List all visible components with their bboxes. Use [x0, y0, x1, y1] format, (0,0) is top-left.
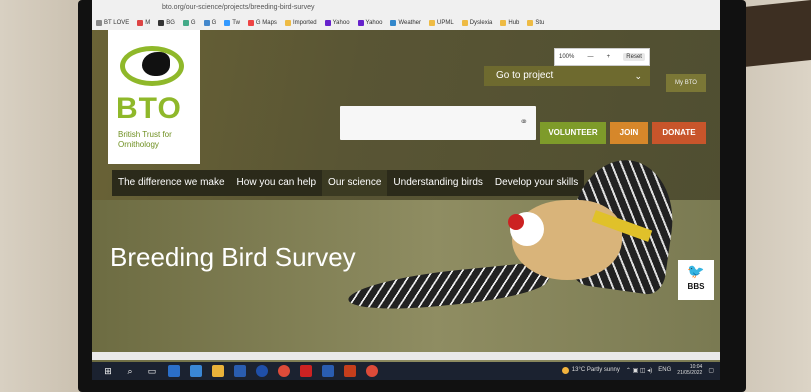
powerpoint-icon[interactable] — [344, 365, 356, 377]
go-to-project-label: Go to project — [496, 70, 554, 81]
weather-text: 13°C Partly sunny — [571, 367, 620, 373]
logo-bird-icon — [142, 52, 170, 76]
logo-text: BTO — [116, 92, 182, 125]
nav-item-science[interactable]: Our science — [322, 170, 388, 196]
bookmark-item[interactable]: Stu — [527, 16, 544, 30]
zoom-popup: 100% — + Reset — [554, 48, 650, 66]
bookmark-item[interactable]: M — [137, 16, 150, 30]
system-tray: 13°C Partly sunny ⌃ ▣ ◫ ◂) ENG 10:04 21/0… — [561, 364, 714, 376]
go-to-project-dropdown[interactable]: Go to project ⌄ — [484, 66, 650, 86]
donate-button[interactable]: DONATE — [652, 122, 706, 144]
app-icon[interactable] — [234, 365, 246, 377]
bookmark-item[interactable]: Hub — [500, 16, 519, 30]
zoom-out-button[interactable]: — — [588, 54, 594, 60]
bbs-label: BBS — [687, 282, 705, 291]
content-bottom-strip — [92, 352, 720, 360]
chevron-down-icon: ⌄ — [634, 71, 642, 81]
bookmark-item[interactable]: Yahoo — [357, 16, 382, 30]
task-view-icon[interactable]: ▭ — [146, 365, 158, 377]
bird-icon: 🐦 — [687, 263, 705, 279]
logo-subtitle: British Trust for Ornithology — [118, 130, 172, 149]
bto-logo[interactable]: BTO British Trust for Ornithology — [108, 30, 200, 164]
zoom-reset-button[interactable]: Reset — [623, 53, 645, 61]
app-icon[interactable] — [256, 365, 268, 377]
weather-widget[interactable]: 13°C Partly sunny — [561, 366, 620, 374]
bookmark-item[interactable]: Dyslexia — [461, 16, 492, 30]
hero-title: Breeding Bird Survey — [110, 242, 356, 272]
bookmark-item[interactable]: Yahoo — [324, 16, 350, 30]
chrome-icon[interactable] — [278, 365, 290, 377]
nav-item-skills[interactable]: Develop your skills — [488, 170, 585, 196]
join-button[interactable]: JOIN — [610, 122, 648, 144]
bookmark-item[interactable]: Weather — [390, 16, 421, 30]
bookmark-item[interactable]: BT LOVE — [96, 16, 129, 30]
volunteer-button[interactable]: VOLUNTEER — [540, 122, 606, 144]
zoom-level: 100% — [559, 54, 575, 60]
search-input[interactable]: ⚭ — [340, 106, 536, 140]
mail-icon[interactable] — [190, 365, 202, 377]
bookmark-item[interactable]: Imported — [284, 16, 317, 30]
windows-start-icon[interactable]: ⊞ — [102, 365, 114, 377]
folder-icon[interactable] — [212, 365, 224, 377]
bookmark-item[interactable]: BG — [158, 16, 175, 30]
main-nav: The difference we make How you can help … — [112, 170, 585, 196]
language-indicator[interactable]: ENG — [658, 367, 671, 373]
clock[interactable]: 10:04 21/05/2022 — [677, 364, 702, 376]
windows-taskbar: ⊞ ⌕ ▭ 13°C Partly sunny ⌃ ▣ ◫ ◂) ENG 10:… — [92, 362, 720, 380]
app-icon[interactable] — [168, 365, 180, 377]
nav-item-difference[interactable]: The difference we make — [112, 170, 231, 196]
bookmark-item[interactable]: G Maps — [247, 16, 277, 30]
zoom-in-button[interactable]: + — [607, 54, 611, 60]
bookmark-item[interactable]: G — [182, 16, 196, 30]
screen: bto.org/our-science/projects/breeding-bi… — [92, 0, 720, 380]
goldfinch-face — [508, 214, 524, 230]
notification-icon[interactable]: ▢ — [708, 367, 714, 374]
bookmark-item[interactable]: Tw — [224, 16, 240, 30]
sun-icon — [561, 366, 569, 374]
clock-date: 21/05/2022 — [677, 370, 703, 376]
nav-item-help[interactable]: How you can help — [230, 170, 323, 196]
tray-icons[interactable]: ⌃ ▣ ◫ ◂) — [626, 367, 652, 374]
bookmark-item[interactable]: G — [203, 16, 216, 30]
bookmark-item[interactable]: UPML — [429, 16, 454, 30]
bookmarks-bar: BT LOVE M BG G G Tw G Maps Imported Yaho… — [96, 16, 544, 30]
pdf-icon[interactable] — [300, 365, 312, 377]
search-icon[interactable]: ⌕ — [124, 365, 136, 377]
chrome-icon[interactable] — [366, 365, 378, 377]
bbs-badge: 🐦 BBS — [678, 260, 714, 300]
binoculars-icon[interactable]: ⚭ — [520, 117, 528, 128]
app-icon[interactable] — [322, 365, 334, 377]
address-bar[interactable]: bto.org/our-science/projects/breeding-bi… — [162, 2, 462, 14]
my-bto-button[interactable]: My BTO — [666, 74, 706, 92]
nav-item-understanding[interactable]: Understanding birds — [387, 170, 489, 196]
